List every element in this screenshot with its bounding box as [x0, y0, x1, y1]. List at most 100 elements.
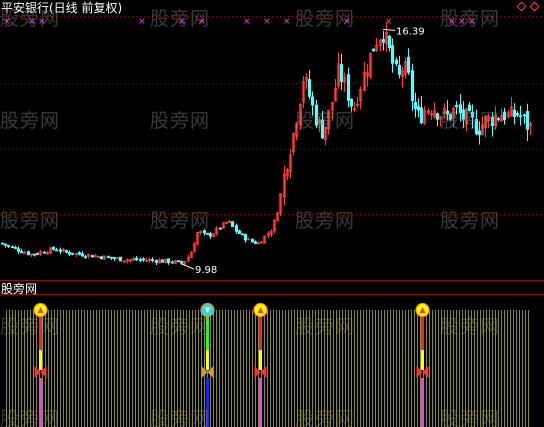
- candle-body: [141, 258, 146, 261]
- watermark: 股旁网: [150, 110, 211, 132]
- candle-body: [522, 114, 527, 117]
- candle-body: [54, 249, 59, 252]
- candle-body: [106, 256, 111, 259]
- candle-body: [310, 96, 315, 106]
- candle-body: [179, 261, 184, 264]
- candle-body: [64, 250, 69, 253]
- price-label: 16.39: [396, 26, 425, 37]
- watermark: 股旁网: [0, 110, 61, 132]
- signal-segment-middle: [39, 350, 42, 370]
- candle-body: [19, 250, 24, 254]
- chart-stage: × × × × × × × × × × × × × × 16.39 9.98 平安银行(日线 前复权) 股旁…: [0, 0, 544, 427]
- candle-body: [307, 79, 312, 97]
- candle-body: [205, 232, 210, 235]
- candle-body: [406, 57, 411, 73]
- candle-body: [250, 239, 255, 243]
- candle-body: [237, 230, 242, 234]
- candle-body: [118, 256, 123, 262]
- candle-body: [10, 246, 15, 249]
- candle-body: [371, 48, 376, 52]
- candle-body: [435, 113, 440, 120]
- candle-body: [42, 251, 47, 254]
- candle-body: [154, 260, 159, 263]
- candle-body: [0, 242, 5, 245]
- watermark: 股旁网: [295, 316, 356, 338]
- watermark: 股旁网: [0, 210, 61, 232]
- candle-body: [3, 243, 8, 246]
- candle-body: [397, 65, 402, 75]
- candle-body: [518, 115, 523, 118]
- candle-body: [80, 253, 85, 257]
- candle-body: [218, 227, 223, 230]
- candle-body: [381, 39, 386, 43]
- candle-body: [32, 253, 37, 256]
- candle-body: [208, 233, 213, 237]
- candle-body: [51, 246, 56, 250]
- price-labels: 16.39 9.98: [181, 26, 425, 276]
- candle-body: [90, 254, 95, 258]
- signal-segment-middle: [421, 350, 424, 370]
- watermark: 股旁网: [440, 210, 501, 232]
- candle-body: [387, 35, 392, 48]
- candle-body: [253, 241, 258, 245]
- candle-body: [112, 257, 117, 260]
- watermark: 股旁网: [440, 8, 501, 30]
- candle-body: [394, 59, 399, 65]
- candle-body: [16, 248, 21, 252]
- candle-body: [138, 259, 143, 261]
- candle-body: [70, 252, 75, 255]
- candle-body: [502, 111, 507, 121]
- candle-body: [77, 252, 82, 255]
- watermark: 股旁网: [0, 408, 61, 427]
- watermark: 股旁网: [150, 316, 211, 338]
- candle-body: [339, 64, 344, 83]
- x-marker: ×: [263, 17, 271, 27]
- price-label-leader: [382, 28, 396, 31]
- watermark: 股旁网: [150, 210, 211, 232]
- candle-body: [410, 70, 415, 102]
- watermark: 股旁网: [295, 408, 356, 427]
- watermark: 股旁网: [295, 110, 356, 132]
- candle-body: [346, 74, 351, 101]
- grid-lines: [0, 16, 544, 295]
- watermark: 股旁网: [295, 210, 356, 232]
- signal-segment-upper: [421, 316, 424, 350]
- candle-body: [134, 257, 139, 261]
- x-marker: ×: [283, 17, 291, 27]
- candle-body: [419, 107, 424, 124]
- candle-body: [109, 256, 114, 259]
- candle-body: [35, 253, 40, 255]
- candle-body: [83, 256, 88, 259]
- signal-segment-middle: [259, 350, 262, 370]
- candle-body: [170, 261, 175, 264]
- watermark: 股旁网: [440, 110, 501, 132]
- candle-body: [58, 249, 63, 252]
- candle-body: [413, 102, 418, 110]
- watermark: 股旁网: [150, 408, 211, 427]
- candle-body: [390, 45, 395, 64]
- candle-body: [240, 233, 245, 236]
- price-label-leader: [181, 263, 195, 270]
- watermark: 股旁网: [150, 8, 211, 30]
- candle-body: [99, 256, 104, 260]
- candle-body: [13, 246, 18, 249]
- candle-body: [67, 252, 72, 255]
- x-marker: ×: [243, 17, 251, 27]
- signal-segment-lower: [421, 378, 424, 427]
- subchart-title: 股旁网: [1, 282, 38, 296]
- candle-body: [176, 260, 181, 263]
- candle-body: [525, 111, 530, 130]
- x-marker: ×: [138, 17, 146, 27]
- candle-body: [6, 245, 11, 247]
- signal-segment-upper: [259, 316, 262, 350]
- candle-body: [150, 259, 155, 261]
- watermark: 股旁网: [0, 316, 61, 338]
- candle-body: [416, 106, 421, 111]
- watermark: 股旁网: [440, 408, 501, 427]
- signal-segment-middle: [206, 350, 209, 370]
- candle-body: [166, 258, 171, 264]
- candle-body: [515, 112, 520, 116]
- watermark: 股旁网: [440, 316, 501, 338]
- candle-body: [26, 251, 31, 256]
- watermark: 股旁网: [0, 8, 61, 30]
